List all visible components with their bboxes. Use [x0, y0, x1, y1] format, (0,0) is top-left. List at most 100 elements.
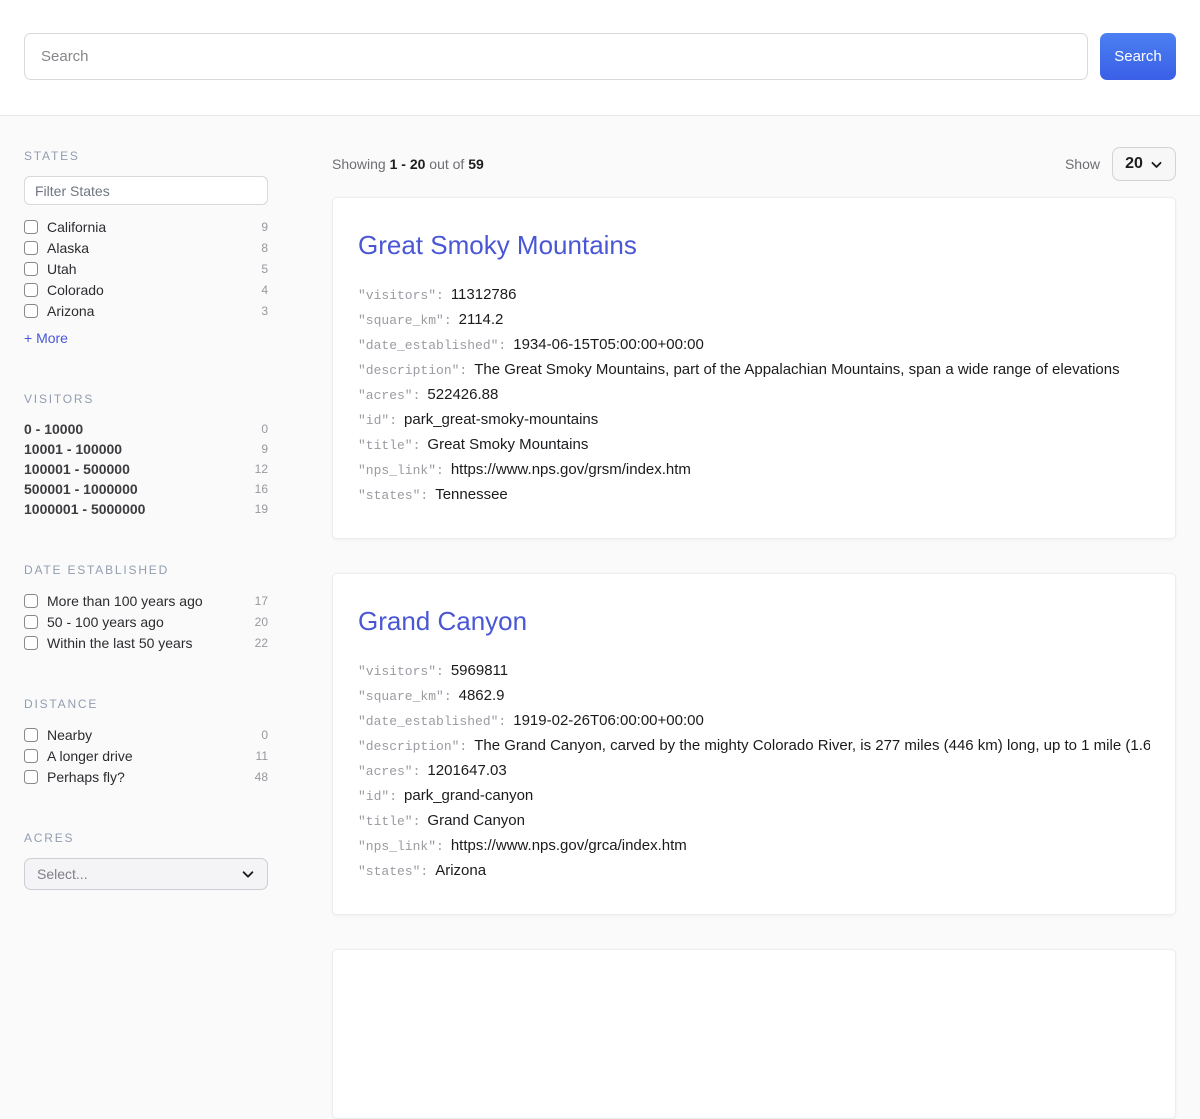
field-row: "id": park_great-smoky-mountains [358, 408, 1150, 433]
facet-option-utah[interactable]: Utah 5 [24, 258, 268, 279]
distance-facet: DISTANCE Nearby 0 A longer drive 11 Perh… [24, 697, 268, 787]
date-option-50-100[interactable]: 50 - 100 years ago 20 [24, 611, 268, 632]
facet-count: 9 [261, 220, 268, 234]
field-key: "description": [358, 363, 467, 378]
checkbox-icon[interactable] [24, 749, 38, 763]
field-value: The Grand Canyon, carved by the mighty C… [474, 737, 1150, 754]
field-key: "nps_link": [358, 463, 444, 478]
facet-count: 22 [255, 636, 268, 650]
states-facet-title: STATES [24, 149, 268, 163]
visitors-range-option[interactable]: 100001 - 500000 12 [24, 459, 268, 479]
facet-count: 16 [255, 482, 268, 496]
search-input[interactable] [24, 33, 1088, 80]
field-key: "title": [358, 438, 420, 453]
checkbox-icon[interactable] [24, 241, 38, 255]
result-fields: "visitors":11312786 "square_km":2114.2 "… [358, 283, 1150, 508]
visitors-range-option[interactable]: 10001 - 100000 9 [24, 439, 268, 459]
facet-count: 19 [255, 502, 268, 516]
facet-count: 12 [255, 462, 268, 476]
facet-count: 0 [261, 422, 268, 436]
result-title-link[interactable]: Grand Canyon [358, 606, 527, 637]
facet-label: Colorado [47, 282, 261, 298]
field-value: https://www.nps.gov/grsm/index.htm [451, 461, 691, 478]
visitors-range-option[interactable]: 500001 - 1000000 16 [24, 479, 268, 499]
field-row: "description": The Grand Canyon, carved b… [358, 734, 1150, 759]
facet-option-arizona[interactable]: Arizona 3 [24, 300, 268, 321]
field-key: "states": [358, 864, 428, 879]
visitors-range-option[interactable]: 0 - 10000 0 [24, 419, 268, 439]
field-row: "square_km":2114.2 [358, 308, 1150, 333]
facet-count: 4 [261, 283, 268, 297]
acres-select[interactable]: Select... [24, 858, 268, 890]
field-value: Tennessee [435, 486, 508, 503]
facet-label: Nearby [47, 727, 261, 743]
checkbox-icon[interactable] [24, 220, 38, 234]
field-value: park_great-smoky-mountains [404, 411, 598, 428]
field-row: "description":The Great Smoky Mountains,… [358, 358, 1150, 383]
page-size-value: 20 [1125, 155, 1143, 173]
filters-sidebar: STATES California 9 Alaska 8 Utah 5 Colo… [24, 149, 268, 934]
range-label: 0 - 10000 [24, 421, 261, 437]
more-states-link[interactable]: + More [24, 330, 68, 346]
facet-option-california[interactable]: California 9 [24, 216, 268, 237]
field-key: "nps_link": [358, 839, 444, 854]
field-key: "square_km": [358, 313, 452, 328]
field-key: "visitors": [358, 664, 444, 679]
field-row: "states":Arizona [358, 859, 1150, 884]
field-key: "id": [358, 413, 397, 428]
chevron-down-icon [1150, 158, 1163, 171]
field-key: "title": [358, 814, 420, 829]
date-option-more-than-100[interactable]: More than 100 years ago 17 [24, 590, 268, 611]
checkbox-icon[interactable] [24, 594, 38, 608]
field-key: "acres": [358, 388, 420, 403]
search-button[interactable]: Search [1100, 33, 1176, 80]
field-row: "id":park_grand-canyon [358, 784, 1150, 809]
field-row: "visitors":11312786 [358, 283, 1150, 308]
checkbox-icon[interactable] [24, 615, 38, 629]
distance-option-perhaps-fly[interactable]: Perhaps fly? 48 [24, 766, 268, 787]
checkbox-icon[interactable] [24, 770, 38, 784]
field-value: 4862.9 [459, 687, 505, 704]
field-row: "title":Great Smoky Mountains [358, 433, 1150, 458]
field-key: "visitors": [358, 288, 444, 303]
field-row: "date_established": 1934-06-15T05:00:00+0… [358, 333, 1150, 358]
checkbox-icon[interactable] [24, 283, 38, 297]
field-value: park_grand-canyon [404, 787, 533, 804]
field-value: 1934-06-15T05:00:00+00:00 [513, 336, 704, 353]
checkbox-icon[interactable] [24, 636, 38, 650]
facet-label: Perhaps fly? [47, 769, 255, 785]
checkbox-icon[interactable] [24, 728, 38, 742]
date-established-facet: DATE ESTABLISHED More than 100 years ago… [24, 563, 268, 653]
facet-count: 3 [261, 304, 268, 318]
distance-option-nearby[interactable]: Nearby 0 [24, 724, 268, 745]
facet-label: Utah [47, 261, 261, 277]
out-of-label: out of [429, 156, 464, 172]
checkbox-icon[interactable] [24, 262, 38, 276]
search-header: Search [0, 0, 1200, 116]
field-key: "states": [358, 488, 428, 503]
field-row: "acres":522426.88 [358, 383, 1150, 408]
field-value: Grand Canyon [427, 812, 525, 829]
result-card: Great Smoky Mountains "visitors":1131278… [332, 197, 1176, 539]
facet-option-colorado[interactable]: Colorado 4 [24, 279, 268, 300]
range-label: 500001 - 1000000 [24, 481, 255, 497]
facet-count: 17 [255, 594, 268, 608]
date-option-last-50[interactable]: Within the last 50 years 22 [24, 632, 268, 653]
field-value: 1201647.03 [427, 762, 506, 779]
range-label: 10001 - 100000 [24, 441, 261, 457]
distance-facet-title: DISTANCE [24, 697, 268, 711]
visitors-range-option[interactable]: 1000001 - 5000000 19 [24, 499, 268, 519]
facet-label: More than 100 years ago [47, 593, 255, 609]
field-key: "description": [358, 739, 467, 754]
results-panel: Showing 1 - 20 out of 59 Show 20 Great S… [332, 147, 1176, 1119]
range-label: 100001 - 500000 [24, 461, 255, 477]
checkbox-icon[interactable] [24, 304, 38, 318]
field-key: "date_established": [358, 338, 506, 353]
result-title-link[interactable]: Great Smoky Mountains [358, 230, 637, 261]
filter-states-input[interactable] [24, 176, 268, 205]
facet-option-alaska[interactable]: Alaska 8 [24, 237, 268, 258]
acres-facet-title: ACRES [24, 831, 268, 845]
distance-option-longer-drive[interactable]: A longer drive 11 [24, 745, 268, 766]
field-key: "acres": [358, 764, 420, 779]
page-size-select[interactable]: 20 [1112, 147, 1176, 181]
